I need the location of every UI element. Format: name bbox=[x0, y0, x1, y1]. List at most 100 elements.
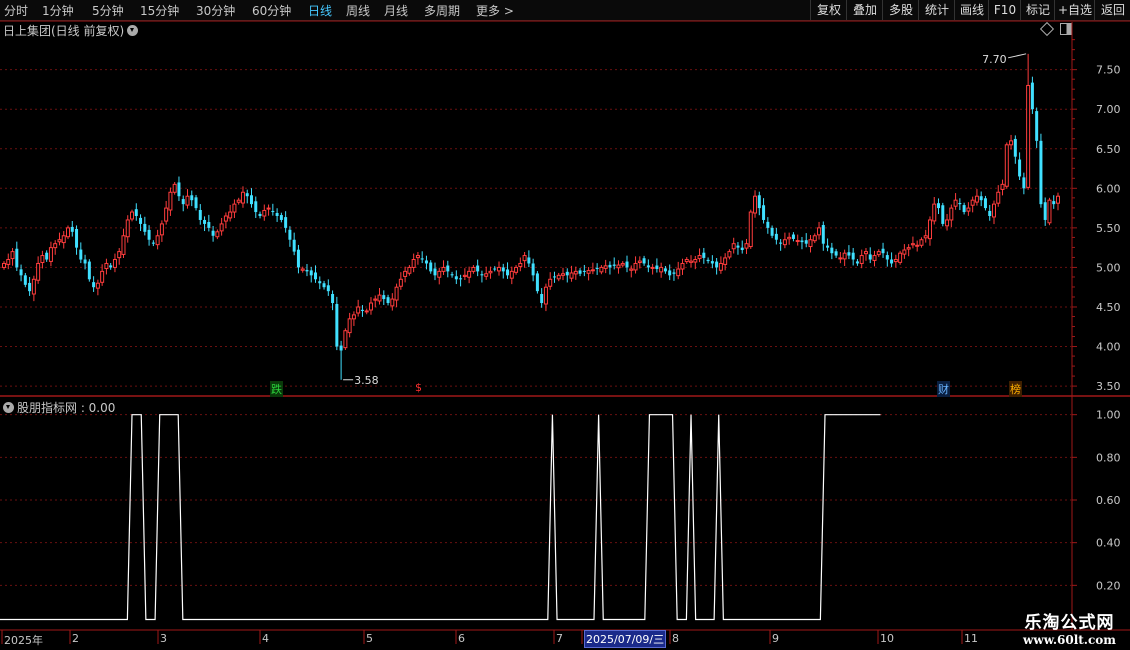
candle-body bbox=[462, 274, 467, 277]
candle-body bbox=[496, 266, 501, 272]
candle-body bbox=[415, 255, 420, 259]
marker-finance[interactable]: 财 bbox=[937, 381, 950, 397]
candle-body bbox=[668, 270, 672, 276]
candle-body bbox=[906, 247, 911, 250]
candle-body bbox=[203, 219, 207, 224]
candle-body bbox=[859, 255, 864, 264]
candle-body bbox=[484, 273, 489, 277]
candle-body bbox=[139, 217, 143, 224]
candle-body bbox=[1022, 177, 1026, 189]
candle-body bbox=[902, 249, 907, 255]
candle-body bbox=[296, 249, 300, 268]
candle-body bbox=[757, 195, 761, 209]
x-tick-label: 2 bbox=[72, 632, 79, 645]
marker-fall[interactable]: 跌 bbox=[270, 381, 283, 397]
candle-body bbox=[548, 278, 553, 287]
candle-body bbox=[991, 203, 996, 218]
candle-body bbox=[501, 267, 505, 272]
candle-body bbox=[847, 252, 851, 256]
candle-body bbox=[736, 245, 740, 248]
candle-body bbox=[616, 264, 621, 269]
candle-body bbox=[1018, 159, 1022, 177]
candle-body bbox=[876, 251, 881, 256]
x-tick-label: 7 bbox=[556, 632, 563, 645]
candle-body bbox=[459, 278, 463, 280]
candle-body bbox=[599, 266, 604, 273]
candle-body bbox=[782, 239, 787, 246]
candle-body bbox=[339, 345, 343, 351]
candle-body bbox=[364, 310, 369, 313]
candle-body bbox=[446, 265, 450, 272]
candle-body bbox=[181, 199, 185, 205]
candle-body bbox=[565, 271, 569, 276]
candle-body bbox=[1052, 201, 1056, 205]
candle-body bbox=[53, 243, 58, 249]
candle-body bbox=[429, 262, 433, 272]
candle-body bbox=[753, 195, 758, 214]
y-tick-label: 3.50 bbox=[1096, 380, 1121, 393]
candle-body bbox=[347, 318, 352, 334]
candle-body bbox=[40, 255, 45, 264]
candle-body bbox=[766, 221, 770, 228]
candle-body bbox=[36, 262, 41, 281]
candle-body bbox=[134, 209, 138, 216]
candle-body bbox=[454, 276, 458, 280]
candle-body bbox=[693, 259, 698, 263]
candle-body bbox=[983, 198, 987, 209]
candle-body bbox=[185, 195, 190, 206]
candle-body bbox=[817, 227, 822, 236]
candle-body bbox=[608, 264, 612, 268]
candle-body bbox=[480, 274, 484, 276]
y-tick-label: 4.00 bbox=[1096, 341, 1121, 354]
chart-canvas[interactable]: 3.50 4.00 4.50 5.00 5.50 6.00 6.50 7.00 7.50 0.20… bbox=[0, 0, 1130, 650]
x-tick-label: 5 bbox=[366, 632, 373, 645]
candle-body bbox=[326, 285, 330, 292]
candle-body bbox=[207, 222, 211, 228]
x-tick-label: 10 bbox=[880, 632, 894, 645]
candle-body bbox=[863, 251, 868, 255]
x-tick-label: 11 bbox=[964, 632, 978, 645]
candle-body bbox=[826, 245, 830, 248]
y-axis: 3.50 4.00 4.50 5.00 5.50 6.00 6.50 7.00 7.50 0.20… bbox=[1072, 39, 1121, 592]
candle-body bbox=[531, 263, 535, 276]
candle-body bbox=[48, 247, 53, 262]
candle-body bbox=[718, 262, 723, 271]
y-tick-label: 1.00 bbox=[1096, 409, 1121, 422]
y-tick-label: 0.80 bbox=[1096, 451, 1121, 464]
candle-body bbox=[441, 266, 446, 272]
candle-body bbox=[910, 243, 915, 246]
candle-body bbox=[19, 269, 23, 276]
candle-body bbox=[923, 235, 928, 239]
candle-body bbox=[620, 262, 625, 266]
candle-body bbox=[83, 259, 87, 264]
candle-body bbox=[292, 239, 296, 252]
candle-body bbox=[590, 269, 595, 272]
marker-rank[interactable]: 榜 bbox=[1009, 381, 1022, 397]
candle-body bbox=[70, 226, 74, 232]
candle-body bbox=[151, 242, 155, 244]
candle-body bbox=[476, 265, 480, 272]
candle-body bbox=[812, 235, 817, 242]
candle-body bbox=[471, 266, 476, 272]
candle-body bbox=[1004, 144, 1009, 187]
candle-body bbox=[232, 203, 237, 213]
candle-body bbox=[66, 227, 71, 238]
candle-body bbox=[305, 269, 309, 272]
grid-lines bbox=[0, 20, 1130, 644]
candle-body bbox=[603, 265, 608, 269]
candle-body bbox=[143, 223, 147, 232]
candle-body bbox=[996, 191, 1001, 204]
candle-body bbox=[779, 242, 783, 244]
candle-body bbox=[390, 298, 395, 307]
candle-body bbox=[45, 252, 49, 260]
candle-body bbox=[398, 278, 403, 287]
candle-body bbox=[659, 266, 664, 273]
candle-body bbox=[953, 199, 958, 207]
marker-dollar[interactable]: $ bbox=[414, 381, 423, 394]
indicator-series bbox=[0, 414, 881, 621]
candle-body bbox=[147, 229, 151, 240]
candle-body bbox=[855, 261, 859, 264]
candle-body bbox=[215, 231, 220, 238]
candle-body bbox=[190, 195, 194, 201]
candle-body bbox=[386, 297, 390, 304]
